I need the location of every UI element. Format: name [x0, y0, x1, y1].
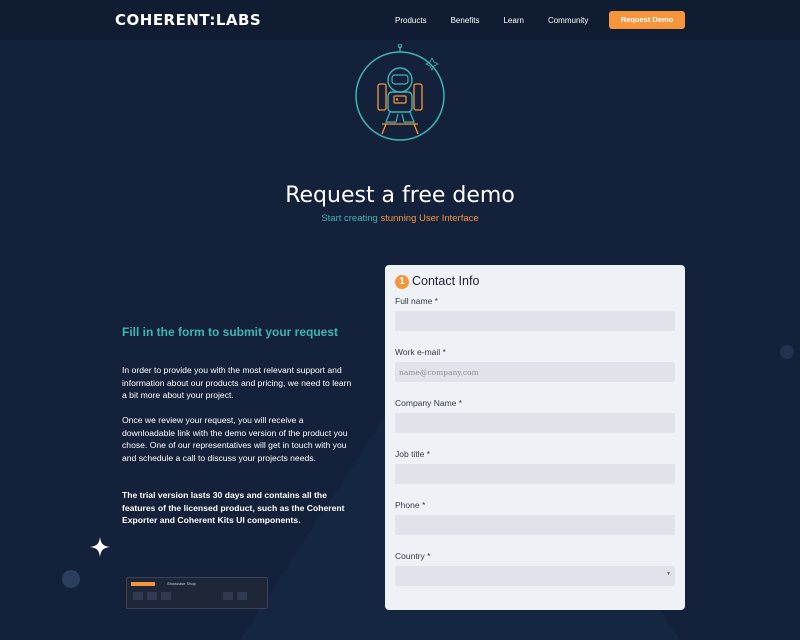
country-label: Country *	[395, 551, 431, 561]
page-subtitle: Start creating stunning User Interface	[0, 213, 800, 224]
nav-link-learn[interactable]: Learn	[503, 16, 523, 25]
background-glow	[62, 570, 80, 588]
phone-input[interactable]	[395, 515, 675, 535]
nav-link-benefits[interactable]: Benefits	[451, 16, 480, 25]
astronaut-illustration	[355, 44, 445, 141]
full-name-input[interactable]	[395, 311, 675, 331]
company-name-label: Company Name *	[395, 398, 463, 408]
contact-form-card: 1 Contact Info Full name * Work e-mail *…	[385, 265, 685, 610]
trial-paragraph: The trial version lasts 30 days and cont…	[122, 490, 345, 526]
thumbnail-cell	[237, 592, 247, 600]
full-name-label: Full name *	[395, 296, 438, 306]
request-demo-button[interactable]: Request Demo	[609, 11, 685, 29]
page-title: Request a free demo	[285, 183, 515, 208]
company-name-input[interactable]	[395, 413, 675, 433]
form-section-title: Contact Info	[412, 274, 480, 288]
review-paragraph: Once we review your request, you will re…	[122, 415, 348, 463]
work-email-label: Work e-mail *	[395, 347, 446, 357]
step-badge: 1	[395, 275, 409, 289]
thumbnail-logo	[131, 582, 155, 586]
work-email-input[interactable]	[395, 362, 675, 382]
logo[interactable]: COHERENT:LABS	[115, 9, 261, 31]
nav-link-products[interactable]: Products	[395, 16, 427, 25]
chevron-down-icon: ▼	[666, 571, 671, 577]
nav-links: Products Benefits Learn Community	[395, 0, 612, 40]
subtitle-part-orange: stunning User Interface	[380, 213, 479, 224]
subtitle-part-teal: Start creating	[321, 213, 378, 224]
product-screenshot-thumbnail: Showcase Shop	[126, 577, 268, 609]
country-select[interactable]	[395, 566, 675, 586]
intro-paragraph: In order to provide you with the most re…	[122, 365, 352, 401]
thumbnail-cell	[133, 592, 143, 600]
background-glow	[780, 345, 794, 359]
phone-label: Phone *	[395, 500, 426, 510]
job-title-label: Job title *	[395, 449, 430, 459]
thumbnail-title: Showcase Shop	[167, 581, 196, 586]
nav-link-community[interactable]: Community	[548, 16, 588, 25]
thumbnail-cell	[147, 592, 157, 600]
top-navigation: COHERENT:LABS Products Benefits Learn Co…	[0, 0, 800, 40]
job-title-input[interactable]	[395, 464, 675, 484]
thumbnail-cell	[223, 592, 233, 600]
thumbnail-cell	[161, 592, 171, 600]
sparkle-icon	[90, 537, 110, 557]
form-instructions-heading: Fill in the form to submit your request	[122, 325, 339, 339]
